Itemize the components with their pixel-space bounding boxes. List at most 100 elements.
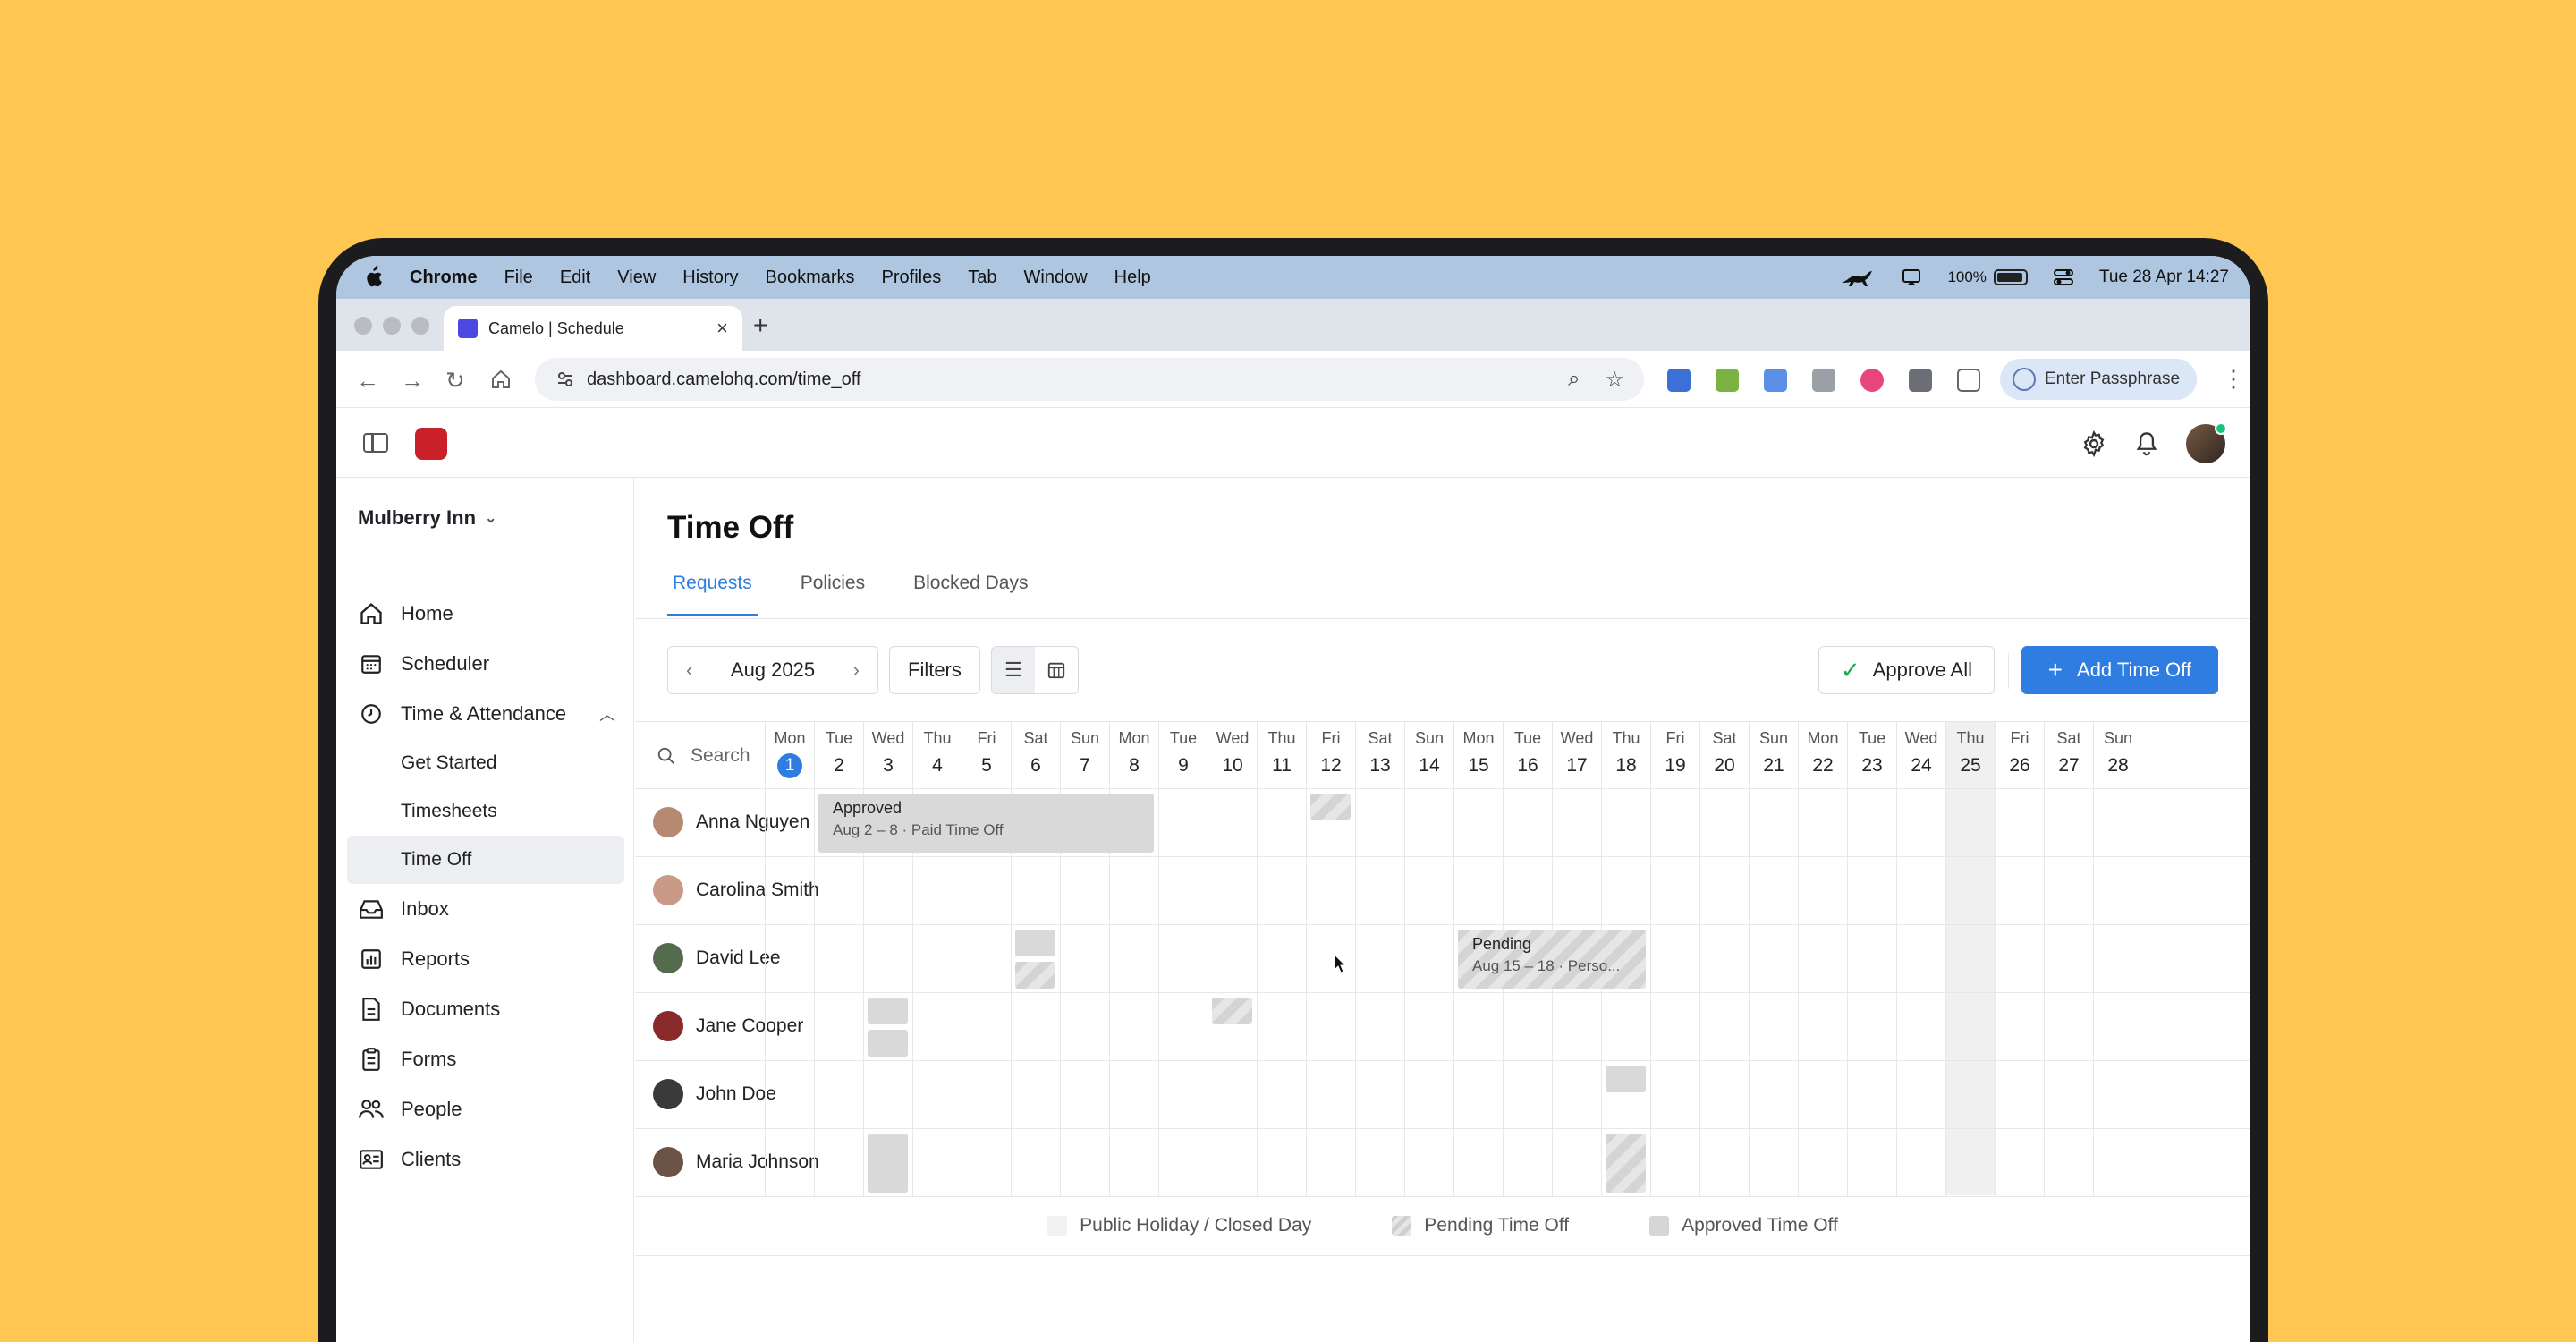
day-header[interactable]: Fri 5 — [962, 722, 1011, 790]
zoom-icon[interactable]: ⌕ — [1568, 367, 1580, 393]
employee-cell[interactable]: David Lee — [653, 943, 781, 973]
extension-6-icon[interactable] — [1909, 369, 1932, 392]
day-header[interactable]: Thu 4 — [912, 722, 962, 790]
day-header[interactable]: Sun 7 — [1060, 722, 1109, 790]
employee-row[interactable]: David Lee — [635, 925, 2250, 993]
bookmark-star-icon[interactable]: ☆ — [1605, 367, 1624, 393]
close-window-button[interactable] — [354, 317, 372, 335]
extension-3-icon[interactable] — [1764, 369, 1787, 392]
approve-all-button[interactable]: ✓ Approve All — [1818, 646, 1995, 694]
tab-policies[interactable]: Policies — [795, 562, 870, 616]
day-header[interactable]: Fri 26 — [1995, 722, 2044, 790]
sidebar-item-time-attendance[interactable]: Time & Attendance ︿ — [347, 689, 624, 739]
new-tab-icon[interactable]: + — [753, 311, 767, 340]
pending-time-off-block[interactable] — [1015, 962, 1055, 989]
employee-cell[interactable]: Jane Cooper — [653, 1011, 803, 1041]
add-time-off-button[interactable]: + Add Time Off — [2021, 646, 2218, 694]
day-header[interactable]: Wed 10 — [1208, 722, 1257, 790]
menu-bookmarks[interactable]: Bookmarks — [766, 268, 855, 288]
day-header[interactable]: Mon 15 — [1453, 722, 1503, 790]
sidebar-toggle-icon[interactable] — [363, 433, 388, 453]
browser-tab[interactable]: Camelo | Schedule × — [444, 306, 742, 351]
day-header[interactable]: Thu 11 — [1257, 722, 1306, 790]
day-header[interactable]: Tue 23 — [1847, 722, 1896, 790]
day-header[interactable]: Sat 13 — [1355, 722, 1404, 790]
tab-blocked-days[interactable]: Blocked Days — [908, 562, 1033, 616]
day-header[interactable]: Mon 22 — [1798, 722, 1847, 790]
approved-time-off-block[interactable]: Approved Aug 2 – 8 · Paid Time Off — [818, 794, 1154, 853]
day-header[interactable]: Wed 17 — [1552, 722, 1601, 790]
squirrel-icon[interactable] — [1840, 267, 1876, 288]
sidebar-item-forms[interactable]: Forms — [347, 1034, 624, 1084]
menu-app-name[interactable]: Chrome — [410, 268, 478, 288]
tab-close-icon[interactable]: × — [716, 317, 728, 340]
day-header[interactable]: Wed 3 — [863, 722, 912, 790]
employee-cell[interactable]: Maria Johnson — [653, 1147, 819, 1177]
control-center-icon[interactable] — [2053, 268, 2074, 286]
settings-gear-icon[interactable] — [2080, 430, 2107, 457]
extension-1-icon[interactable] — [1667, 369, 1690, 392]
menu-history[interactable]: History — [682, 268, 738, 288]
approved-time-off-block[interactable] — [1606, 1066, 1646, 1092]
day-header[interactable]: Wed 24 — [1896, 722, 1945, 790]
sidebar-item-reports[interactable]: Reports — [347, 934, 624, 984]
battery-indicator[interactable]: 100% — [1947, 268, 2028, 286]
approved-time-off-block[interactable] — [1015, 930, 1055, 956]
notifications-bell-icon[interactable] — [2134, 430, 2159, 457]
employee-cell[interactable]: Anna Nguyen — [653, 807, 809, 837]
pending-time-off-block[interactable] — [1212, 998, 1252, 1024]
calendar-view-icon[interactable] — [1035, 647, 1078, 693]
camelo-logo[interactable] — [415, 428, 447, 460]
window-controls[interactable] — [354, 317, 429, 335]
home-browser-icon[interactable] — [490, 369, 512, 390]
day-header[interactable]: Sat 6 — [1011, 722, 1060, 790]
chevron-right-icon[interactable]: › — [853, 658, 860, 682]
day-header[interactable]: Mon 8 — [1109, 722, 1158, 790]
chevron-left-icon[interactable]: ‹ — [686, 658, 692, 682]
extension-4-icon[interactable] — [1812, 369, 1835, 392]
sidebar-subitem-timesheets[interactable]: Timesheets — [347, 787, 624, 836]
org-switcher[interactable]: Mulberry Inn ⌄ — [358, 506, 496, 530]
back-icon[interactable]: ← — [356, 367, 379, 395]
reload-icon[interactable]: ↻ — [445, 367, 465, 395]
menu-profiles[interactable]: Profiles — [882, 268, 942, 288]
chevron-up-icon[interactable]: ︿ — [599, 702, 615, 726]
sidebar-item-scheduler[interactable]: Scheduler — [347, 639, 624, 689]
user-avatar[interactable] — [2186, 422, 2227, 463]
day-header[interactable]: Sun 28 — [2093, 722, 2142, 790]
day-header[interactable]: Thu 25 — [1945, 722, 1995, 790]
day-header[interactable]: Tue 16 — [1503, 722, 1552, 790]
day-header[interactable]: Fri 19 — [1650, 722, 1699, 790]
employee-row[interactable]: John Doe — [635, 1061, 2250, 1129]
approved-time-off-block[interactable] — [868, 998, 908, 1024]
browser-menu-icon[interactable]: ⋮ — [2222, 365, 2245, 393]
menubar-clock[interactable]: Tue 28 Apr 14:27 — [2099, 268, 2229, 287]
day-header[interactable]: Tue 9 — [1158, 722, 1208, 790]
screen-mirror-icon[interactable] — [1901, 267, 1922, 288]
passphrase-button[interactable]: Enter Passphrase — [2000, 359, 2197, 400]
day-header[interactable]: Fri 12 — [1306, 722, 1355, 790]
day-header[interactable]: Sat 20 — [1699, 722, 1749, 790]
menu-view[interactable]: View — [617, 268, 656, 288]
url-text[interactable]: dashboard.camelohq.com/time_off — [587, 369, 860, 390]
sidebar-subitem-get-started[interactable]: Get Started — [347, 739, 624, 787]
search-input[interactable]: Search — [657, 745, 750, 767]
address-bar[interactable]: dashboard.camelohq.com/time_off ⌕ ☆ — [535, 358, 1644, 401]
day-header[interactable]: Mon 1 — [765, 722, 814, 790]
menu-tab[interactable]: Tab — [968, 268, 996, 288]
forward-icon[interactable]: → — [401, 367, 424, 395]
sidebar-item-clients[interactable]: Clients — [347, 1134, 624, 1185]
employee-cell[interactable]: John Doe — [653, 1079, 776, 1109]
pending-time-off-block[interactable] — [1606, 1134, 1646, 1193]
site-info-icon[interactable] — [556, 370, 574, 388]
filters-button[interactable]: Filters — [889, 646, 980, 694]
month-picker[interactable]: ‹ Aug 2025 › — [667, 646, 878, 694]
menu-file[interactable]: File — [504, 268, 533, 288]
employee-row[interactable]: Carolina Smith — [635, 857, 2250, 925]
zoom-window-button[interactable] — [411, 317, 429, 335]
approved-time-off-block[interactable] — [868, 1030, 908, 1057]
approved-time-off-block[interactable] — [868, 1134, 908, 1193]
day-header[interactable]: Sat 27 — [2044, 722, 2093, 790]
sidebar-item-home[interactable]: Home — [347, 589, 624, 639]
menu-window[interactable]: Window — [1024, 268, 1088, 288]
